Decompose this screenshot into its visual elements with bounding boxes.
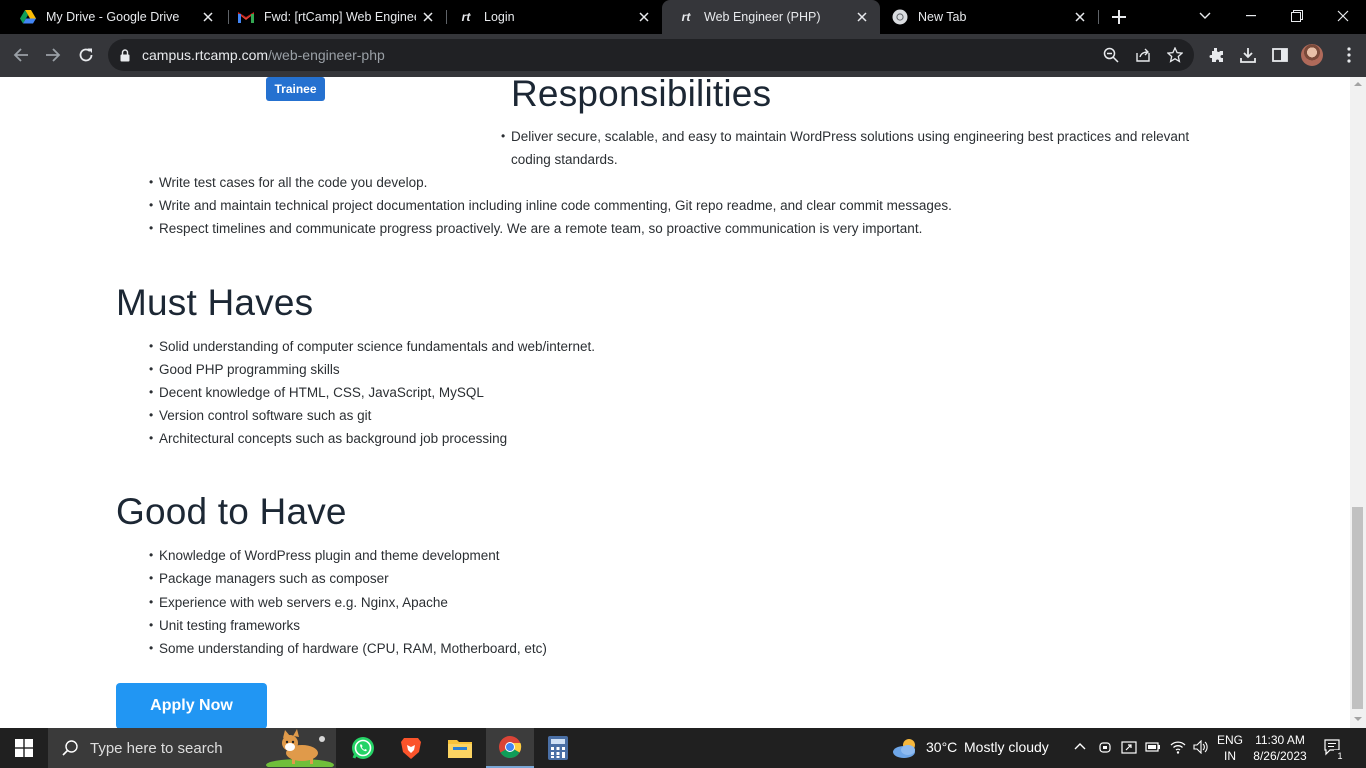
page-content: Trainee Responsibilities Deliver secure,… xyxy=(0,77,1350,728)
list-item: Write and maintain technical project doc… xyxy=(149,194,952,217)
list-item-continuation: coding standards. xyxy=(511,148,618,171)
scroll-down-icon xyxy=(1354,717,1362,721)
corgi-search-highlight-icon xyxy=(266,729,334,767)
apply-now-button[interactable]: Apply Now xyxy=(116,683,267,728)
tab-web-engineer-php[interactable]: rt Web Engineer (PHP) xyxy=(662,0,880,34)
clock-date[interactable]: 8/26/2023 xyxy=(1248,749,1312,764)
file-explorer-icon[interactable] xyxy=(436,728,484,768)
volume-icon[interactable] xyxy=(1193,740,1209,754)
url-path: /web-engineer-php xyxy=(268,47,385,63)
list-item: Respect timelines and communicate progre… xyxy=(149,217,922,240)
close-tab-icon[interactable] xyxy=(196,5,220,29)
list-item: Package managers such as composer xyxy=(149,567,389,590)
extensions-icon[interactable] xyxy=(1203,42,1229,68)
back-icon[interactable] xyxy=(6,40,36,70)
lock-icon[interactable] xyxy=(120,48,134,62)
trainee-badge[interactable]: Trainee xyxy=(266,77,325,101)
tab-google-drive[interactable]: My Drive - Google Drive xyxy=(4,0,226,34)
list-item: Decent knowledge of HTML, CSS, JavaScrip… xyxy=(149,381,484,404)
bookmark-star-icon[interactable] xyxy=(1163,43,1187,67)
tab-title: My Drive - Google Drive xyxy=(46,10,180,24)
profile-avatar[interactable] xyxy=(1301,44,1323,66)
weather-description[interactable]: Mostly cloudy xyxy=(964,740,1049,755)
gmail-icon xyxy=(238,9,254,25)
share-icon[interactable] xyxy=(1131,43,1155,67)
tab-title: Login xyxy=(484,10,515,24)
search-icon xyxy=(62,740,78,756)
new-tab-icon[interactable] xyxy=(1106,5,1132,29)
reload-icon[interactable] xyxy=(71,40,101,70)
url-text: campus.rtcamp.com/web-engineer-php xyxy=(142,47,385,63)
close-tab-icon[interactable] xyxy=(1068,5,1092,29)
list-item: Some understanding of hardware (CPU, RAM… xyxy=(149,637,547,660)
show-hidden-icons-chevron-icon[interactable] xyxy=(1074,742,1086,750)
windows-start-icon[interactable] xyxy=(0,728,48,768)
whatsapp-icon[interactable] xyxy=(339,728,387,768)
screen-share-icon[interactable] xyxy=(1121,740,1137,756)
tab-title: New Tab xyxy=(918,10,967,24)
windows-taskbar: Type here to search 30°C Mostly cloudy E… xyxy=(0,728,1366,768)
notification-count-badge: 1 xyxy=(1334,750,1346,762)
clock-time[interactable]: 11:30 AM xyxy=(1248,733,1312,748)
forward-icon[interactable] xyxy=(38,40,68,70)
taskbar-search-box[interactable]: Type here to search xyxy=(48,728,336,768)
list-item: Write test cases for all the code you de… xyxy=(149,171,427,194)
list-item: Good PHP programming skills xyxy=(149,358,340,381)
close-tab-icon[interactable] xyxy=(632,5,656,29)
weather-temperature[interactable]: 30°C xyxy=(926,740,957,755)
chrome-icon xyxy=(892,9,908,25)
input-language[interactable]: ENG xyxy=(1217,733,1243,748)
rtcamp-icon: rt xyxy=(681,10,691,24)
must-haves-heading: Must Haves xyxy=(116,282,314,323)
restore-icon[interactable] xyxy=(1274,0,1320,32)
calculator-icon[interactable] xyxy=(534,728,582,768)
responsibilities-heading: Responsibilities xyxy=(511,77,772,114)
list-item: Deliver secure, scalable, and easy to ma… xyxy=(501,125,1189,148)
scrollbar-thumb[interactable] xyxy=(1352,507,1363,709)
tab-new-tab[interactable]: New Tab xyxy=(876,0,1098,34)
wifi-icon[interactable] xyxy=(1170,740,1186,754)
tab-title: Fwd: [rtCamp] Web Engineer xyxy=(264,10,416,24)
address-bar[interactable]: campus.rtcamp.com/web-engineer-php xyxy=(108,39,1194,71)
close-tab-icon[interactable] xyxy=(850,5,874,29)
url-host: campus.rtcamp.com xyxy=(142,47,269,63)
tab-search-icon[interactable] xyxy=(1182,0,1228,32)
tab-title: Web Engineer (PHP) xyxy=(704,10,821,24)
tab-gmail[interactable]: Fwd: [rtCamp] Web Engineer xyxy=(222,0,446,34)
close-tab-icon[interactable] xyxy=(416,5,440,29)
cloudy-weather-icon[interactable] xyxy=(892,737,920,759)
side-panel-icon[interactable] xyxy=(1267,42,1293,68)
page-scrollbar[interactable] xyxy=(1350,77,1366,728)
input-region[interactable]: IN xyxy=(1217,749,1243,764)
google-drive-icon xyxy=(20,9,36,25)
rtcamp-icon: rt xyxy=(461,10,471,24)
browser-toolbar: campus.rtcamp.com/web-engineer-php xyxy=(0,34,1366,77)
battery-icon[interactable] xyxy=(1145,741,1161,753)
download-icon[interactable] xyxy=(1235,42,1261,68)
list-item-text: coding standards. xyxy=(511,152,618,167)
scroll-up-icon xyxy=(1354,82,1362,86)
good-to-have-heading: Good to Have xyxy=(116,491,347,532)
list-item: Knowledge of WordPress plugin and theme … xyxy=(149,544,499,567)
minimize-icon[interactable] xyxy=(1228,0,1274,32)
list-item: Version control software such as git xyxy=(149,404,371,427)
tab-separator xyxy=(1098,10,1099,24)
meet-now-icon[interactable] xyxy=(1098,740,1112,756)
close-window-icon[interactable] xyxy=(1320,0,1366,32)
list-item: Experience with web servers e.g. Nginx, … xyxy=(149,591,448,614)
chrome-taskbar-icon[interactable] xyxy=(486,728,534,768)
list-item: Architectural concepts such as backgroun… xyxy=(149,427,507,450)
list-item: Unit testing frameworks xyxy=(149,614,300,637)
tab-strip: My Drive - Google Drive Fwd: [rtCamp] We… xyxy=(0,0,1366,34)
list-item: Solid understanding of computer science … xyxy=(149,335,595,358)
search-placeholder: Type here to search xyxy=(90,739,223,757)
tab-login[interactable]: rt Login xyxy=(442,0,662,34)
brave-browser-icon[interactable] xyxy=(387,728,435,768)
zoom-icon[interactable] xyxy=(1099,43,1123,67)
menu-kebab-icon[interactable] xyxy=(1336,42,1362,68)
